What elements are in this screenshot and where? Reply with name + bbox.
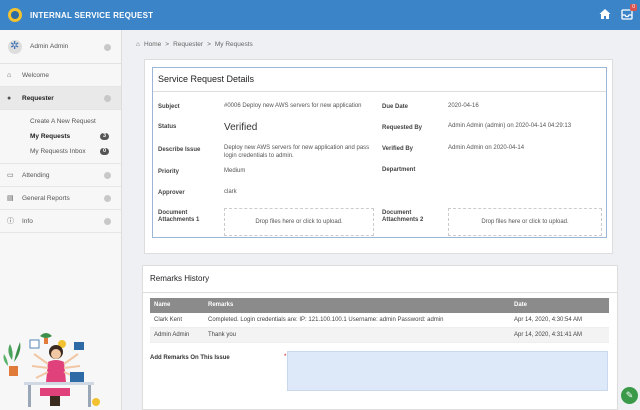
info-icon: ⓘ — [7, 218, 14, 225]
home-icon[interactable]: ⌂ — [136, 41, 140, 48]
required-marker: * — [284, 354, 287, 360]
column-header-remarks: Remarks — [208, 302, 234, 308]
document-attachments-1-label: Document Attachments 1 — [158, 210, 200, 223]
column-header-date: Date — [514, 302, 528, 308]
table-row: Admin Admin Thank you Apr 14, 2020, 4:31… — [150, 328, 609, 343]
sidebar-item-label: Info — [22, 217, 33, 225]
approver-value: clark — [224, 189, 237, 195]
dropzone-text: Drop files here or click to upload. — [481, 219, 569, 225]
sidebar-item-create-request[interactable]: Create A New Request — [30, 114, 121, 129]
describe-issue-value: Deploy new AWS servers for new applicati… — [224, 145, 370, 159]
requester-submenu: Create A New Request My Requests 3 My Re… — [0, 110, 121, 164]
sub-item-label: My Requests — [30, 133, 71, 140]
request-details-panel: Service Request Details Subject #0006 De… — [152, 67, 607, 238]
breadcrumb-my-requests: My Requests — [214, 41, 253, 48]
subject-label: Subject — [158, 104, 180, 110]
app-title: INTERNAL SERVICE REQUEST — [30, 10, 154, 20]
divider — [143, 292, 617, 293]
sidebar-item-attending[interactable]: ▭ Attending — [0, 164, 121, 187]
sidebar-item-label: Attending — [22, 171, 50, 179]
user-name: Admin Admin — [30, 43, 69, 50]
avatar — [8, 39, 22, 54]
home-icon: ⌂ — [7, 71, 12, 79]
sidebar-item-requester[interactable]: ● Requester — [0, 87, 121, 110]
inbox-icon[interactable]: 0 — [620, 4, 637, 21]
chevron-icon — [104, 95, 111, 102]
column-header-name: Name — [154, 302, 171, 308]
home-icon[interactable] — [598, 7, 612, 21]
approver-label: Approver — [158, 190, 185, 196]
subject-value: #0006 Deploy new AWS servers for new app… — [224, 103, 362, 109]
app-logo — [8, 8, 22, 22]
multitasking-illustration — [3, 333, 100, 407]
user-icon: ● — [7, 94, 12, 102]
sidebar-item-info[interactable]: ⓘ Info — [0, 210, 121, 233]
breadcrumb: ⌂ Home > Requester > My Requests — [136, 41, 253, 48]
remark-text: Completed. Login credentials are: IP: 12… — [208, 317, 444, 323]
remarks-title: Remarks History — [150, 274, 210, 283]
verified-by-value: Admin Admin on 2020-04-14 — [448, 145, 525, 151]
breadcrumb-separator: > — [207, 41, 211, 48]
sub-item-label: Create A New Request — [30, 118, 96, 125]
remark-date: Apr 14, 2020, 4:31:41 AM — [514, 332, 583, 338]
priority-label: Priority — [158, 169, 180, 175]
remarks-history-card: Remarks History Name Remarks Date Clark … — [142, 265, 618, 410]
chevron-icon — [104, 195, 111, 202]
divider — [153, 91, 606, 92]
due-date-value: 2020-04-16 — [448, 103, 479, 109]
add-remarks-label: Add Remarks On This Issue — [150, 355, 230, 361]
verified-by-label: Verified By — [382, 146, 414, 152]
count-badge: 3 — [100, 133, 109, 140]
sidebar-item-label: General Reports — [22, 194, 70, 202]
status-value: Verified — [224, 122, 258, 133]
status-label: Status — [158, 124, 177, 130]
report-icon: ▤ — [7, 195, 14, 202]
remarks-input[interactable] — [287, 351, 608, 391]
inbox-badge: 0 — [630, 4, 637, 11]
count-badge: 0 — [100, 148, 109, 155]
remark-name: Admin Admin — [154, 332, 190, 338]
sidebar-item-label: Requester — [22, 94, 54, 102]
inbox-icon: ▭ — [7, 172, 14, 179]
breadcrumb-requester[interactable]: Requester — [173, 41, 203, 48]
sub-item-label: My Requests Inbox — [30, 148, 86, 155]
request-details-card: Service Request Details Subject #0006 De… — [144, 59, 613, 254]
top-bar: INTERNAL SERVICE REQUEST 0 — [0, 0, 640, 30]
due-date-label: Due Date — [382, 104, 409, 110]
chevron-icon — [104, 44, 111, 51]
remark-date: Apr 14, 2020, 4:30:54 AM — [514, 317, 583, 323]
details-title: Service Request Details — [158, 74, 255, 84]
department-label: Department — [382, 167, 416, 173]
sidebar-user[interactable]: Admin Admin — [0, 30, 121, 64]
sidebar-item-my-requests[interactable]: My Requests 3 — [30, 129, 121, 144]
chevron-icon — [104, 218, 111, 225]
dropzone-text: Drop files here or click to upload. — [255, 219, 343, 225]
requested-by-label: Requested By — [382, 125, 423, 131]
describe-issue-label: Describe Issue — [158, 147, 201, 153]
sidebar-item-label: Welcome — [22, 71, 49, 79]
remark-text: Thank you — [208, 332, 237, 338]
table-row: Clark Kent Completed. Login credentials … — [150, 313, 609, 328]
file-dropzone-2[interactable]: Drop files here or click to upload. — [448, 208, 602, 236]
sidebar-item-welcome[interactable]: ⌂ Welcome — [0, 64, 121, 87]
priority-value: Medium — [224, 168, 246, 174]
chevron-icon — [104, 172, 111, 179]
sidebar-item-general-reports[interactable]: ▤ General Reports — [0, 187, 121, 210]
sidebar-item-my-requests-inbox[interactable]: My Requests Inbox 0 — [30, 144, 121, 159]
breadcrumb-separator: > — [165, 41, 170, 48]
remark-name: Clark Kent — [154, 317, 183, 323]
requested-by-value: Admin Admin (admin) on 2020-04-14 04:29:… — [448, 123, 572, 129]
edit-icon[interactable]: ✎ — [621, 387, 638, 404]
document-attachments-2-label: Document Attachments 2 — [382, 210, 424, 223]
breadcrumb-home[interactable]: Home — [144, 41, 161, 48]
file-dropzone-1[interactable]: Drop files here or click to upload. — [224, 208, 374, 236]
table-header: Name Remarks Date — [150, 298, 609, 313]
remarks-table: Name Remarks Date Clark Kent Completed. … — [150, 298, 609, 343]
